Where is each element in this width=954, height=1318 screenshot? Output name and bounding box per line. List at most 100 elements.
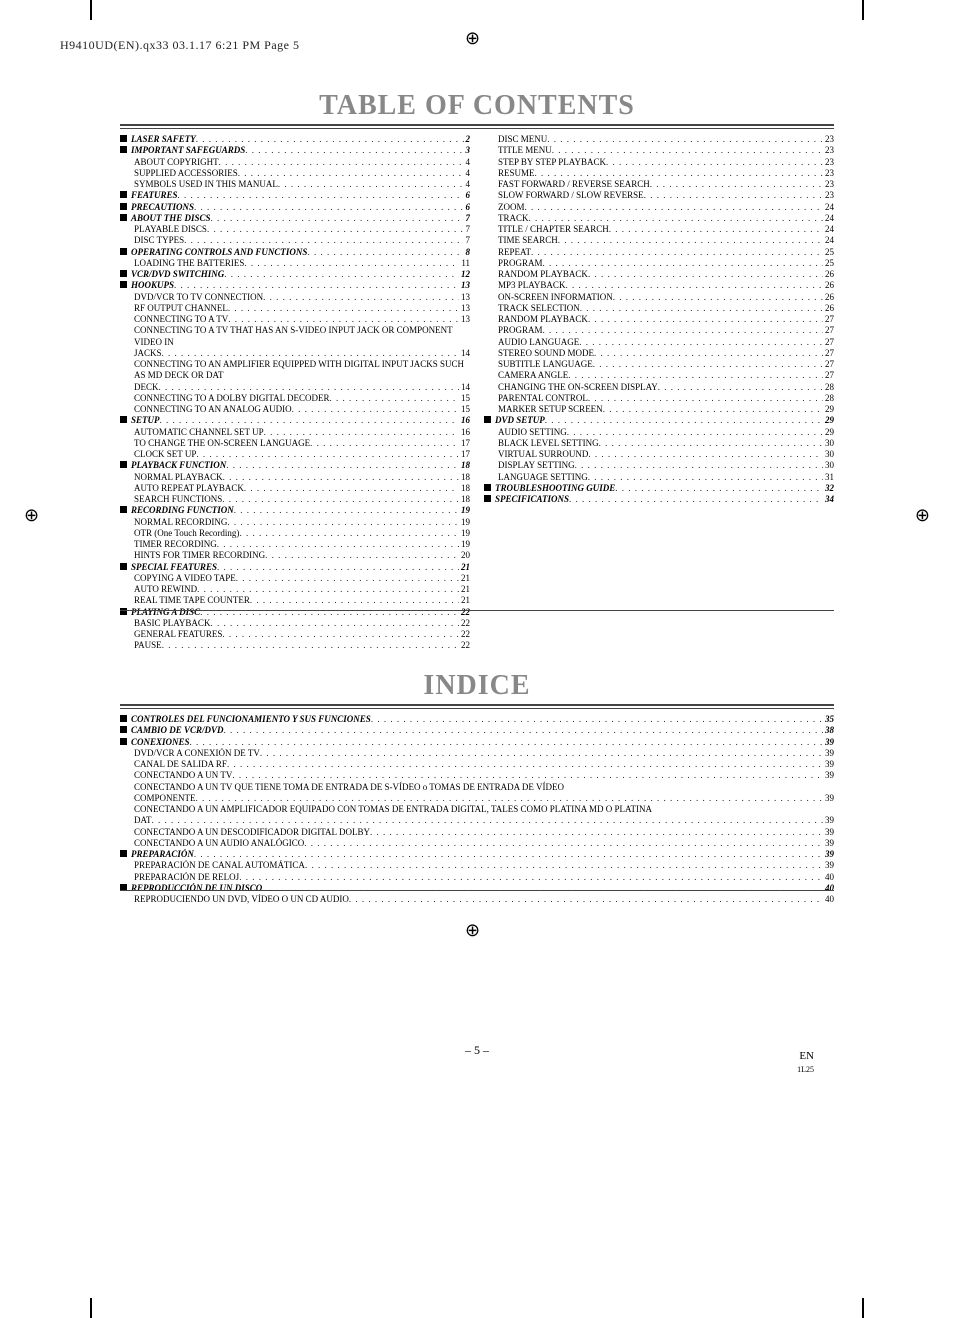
toc-label: ON-SCREEN INFORMATION	[498, 292, 613, 303]
toc-page-number: 15	[459, 393, 470, 404]
leader-dots: . . . . . . . . . . . . . . . . . . . . …	[593, 359, 823, 370]
toc-page-number: 25	[823, 247, 834, 258]
toc-page-number: 13	[459, 292, 470, 303]
toc-column-right: DISC MENU . . . . . . . . . . . . . . . …	[484, 134, 834, 652]
toc-label: RESUME	[498, 168, 535, 179]
leader-dots: . . . . . . . . . . . . . . . . . . . . …	[330, 393, 459, 404]
leader-dots: . . . . . . . . . . . . . . . . . . . . …	[184, 235, 463, 246]
toc-page-number: 22	[459, 629, 470, 640]
toc-page-number: 26	[823, 303, 834, 314]
toc-entry: AUTO REWIND . . . . . . . . . . . . . . …	[120, 584, 470, 595]
toc-entry: PROGRAM . . . . . . . . . . . . . . . . …	[484, 258, 834, 269]
toc-section: RECORDING FUNCTION . . . . . . . . . . .…	[120, 505, 470, 516]
toc-label: PARENTAL CONTROL	[498, 393, 588, 404]
toc-page-number: 13	[459, 314, 470, 325]
toc-section: SPECIFICATIONS . . . . . . . . . . . . .…	[484, 494, 834, 505]
leader-dots: . . . . . . . . . . . . . . . . . . . . …	[162, 348, 459, 359]
toc-label: PREPARACIÓN	[120, 849, 194, 860]
leader-dots: . . . . . . . . . . . . . . . . . . . . …	[371, 714, 823, 725]
bullet-icon	[120, 715, 127, 722]
toc-label: CONECTANDO A UN AUDIO ANALÓGICO	[134, 838, 304, 849]
leader-dots: . . . . . . . . . . . . . . . . . . . . …	[658, 382, 823, 393]
toc-page-number: 29	[823, 415, 834, 426]
toc-entry: CONNECTING TO A TV THAT HAS AN S-VIDEO I…	[120, 325, 470, 359]
toc-entry: SUBTITLE LANGUAGE . . . . . . . . . . . …	[484, 359, 834, 370]
toc-entry: MP3 PLAYBACK . . . . . . . . . . . . . .…	[484, 280, 834, 291]
toc-page-number: 21	[459, 595, 470, 606]
toc-page-number: 21	[459, 573, 470, 584]
toc-page-number: 35	[823, 714, 834, 725]
toc-label: CONECTANDO A UN TV	[134, 770, 232, 781]
toc-entry: AUTOMATIC CHANNEL SET UP . . . . . . . .…	[120, 427, 470, 438]
leader-dots: . . . . . . . . . . . . . . . . . . . . …	[305, 860, 823, 871]
toc-label: SETUP	[120, 415, 160, 426]
toc-page-number: 13	[459, 280, 470, 291]
toc-entry: REPEAT . . . . . . . . . . . . . . . . .…	[484, 247, 834, 258]
leader-dots: . . . . . . . . . . . . . . . . . . . . …	[588, 393, 823, 404]
toc-label: CONTROLES DEL FUNCIONAMIENTO Y SUS FUNCI…	[120, 714, 371, 725]
toc-label: BLACK LEVEL SETTING	[498, 438, 599, 449]
divider	[120, 704, 834, 706]
toc-entry: PLAYABLE DISCS . . . . . . . . . . . . .…	[120, 224, 470, 235]
toc-label: REAL TIME TAPE COUNTER	[134, 595, 250, 606]
toc-label: TO CHANGE THE ON-SCREEN LANGUAGE	[134, 438, 310, 449]
toc-page-number: 40	[823, 883, 834, 894]
toc-page-number: 24	[823, 235, 834, 246]
toc-label: PROGRAM	[498, 325, 543, 336]
toc-entry: DISC TYPES . . . . . . . . . . . . . . .…	[120, 235, 470, 246]
toc-label: IMPORTANT SAFEGUARDS	[120, 145, 245, 156]
toc-page-number: 38	[823, 725, 834, 736]
indice-heading: INDICE	[0, 670, 954, 702]
toc-page-number: 11	[459, 258, 470, 269]
toc-page-number: 32	[823, 483, 834, 494]
bullet-icon	[484, 416, 491, 423]
toc-entry: DISPLAY SETTING . . . . . . . . . . . . …	[484, 460, 834, 471]
leader-dots: . . . . . . . . . . . . . . . . . . . . …	[226, 460, 459, 471]
toc-page-number: 39	[823, 838, 834, 849]
toc-label: DISC MENU	[498, 134, 547, 145]
toc-entry: PREPARACIÓN DE RELOJ . . . . . . . . . .…	[120, 872, 834, 883]
toc-page-number: 2	[464, 134, 471, 145]
leader-dots: . . . . . . . . . . . . . . . . . . . . …	[228, 314, 459, 325]
bullet-icon	[120, 214, 127, 221]
toc-label: AUTOMATIC CHANNEL SET UP	[134, 427, 264, 438]
leader-dots: . . . . . . . . . . . . . . . . . . . . …	[262, 883, 823, 894]
toc-entry: CONECTANDO A UN TV QUE TIENE TOMA DE ENT…	[120, 782, 834, 805]
toc-page-number: 27	[823, 348, 834, 359]
bullet-icon	[120, 506, 127, 513]
toc-label: VCR/DVD SWITCHING	[120, 269, 224, 280]
print-header: H9410UD(EN).qx33 03.1.17 6:21 PM Page 5	[60, 38, 300, 53]
toc-entry: TIME SEARCH . . . . . . . . . . . . . . …	[484, 235, 834, 246]
toc-page-number: 23	[823, 145, 834, 156]
toc-page-number: 29	[823, 427, 834, 438]
leader-dots: . . . . . . . . . . . . . . . . . . . . …	[159, 382, 460, 393]
leader-dots: . . . . . . . . . . . . . . . . . . . . …	[162, 640, 459, 651]
leader-dots: . . . . . . . . . . . . . . . . . . . . …	[575, 460, 823, 471]
toc-label: CANAL DE SALIDA RF	[134, 759, 227, 770]
leader-dots: . . . . . . . . . . . . . . . . . . . . …	[547, 134, 823, 145]
toc-page-number: 24	[823, 224, 834, 235]
leader-dots: . . . . . . . . . . . . . . . . . . . . …	[196, 134, 464, 145]
toc-label: PRECAUTIONS	[120, 202, 194, 213]
toc-entry: CONECTANDO A UN AMPLIFICADOR EQUIPADO CO…	[120, 804, 834, 827]
leader-dots: . . . . . . . . . . . . . . . . . . . . …	[264, 427, 459, 438]
toc-label-tail: DECK	[134, 382, 159, 393]
toc-page-number: 39	[823, 860, 834, 871]
toc-page-number: 7	[464, 235, 471, 246]
toc-label: DVD/VCR A CONEXIÓN DE TV	[134, 748, 260, 759]
leader-dots: . . . . . . . . . . . . . . . . . . . . …	[588, 472, 823, 483]
toc-label: RANDOM PLAYBACK	[498, 314, 588, 325]
leader-dots: . . . . . . . . . . . . . . . . . . . . …	[552, 145, 823, 156]
leader-dots: . . . . . . . . . . . . . . . . . . . . …	[263, 292, 459, 303]
bullet-icon	[120, 608, 127, 615]
leader-dots: . . . . . . . . . . . . . . . . . . . . …	[223, 472, 459, 483]
divider	[120, 128, 834, 129]
toc-entry: SYMBOLS USED IN THIS MANUAL . . . . . . …	[120, 179, 470, 190]
toc-label: PAUSE	[134, 640, 162, 651]
toc-entry: FAST FORWARD / REVERSE SEARCH . . . . . …	[484, 179, 834, 190]
toc-page-number: 39	[823, 793, 834, 804]
leader-dots: . . . . . . . . . . . . . . . . . . . . …	[525, 202, 824, 213]
toc-page-number: 22	[459, 607, 470, 618]
leader-dots: . . . . . . . . . . . . . . . . . . . . …	[196, 449, 459, 460]
toc-entry: RESUME . . . . . . . . . . . . . . . . .…	[484, 168, 834, 179]
